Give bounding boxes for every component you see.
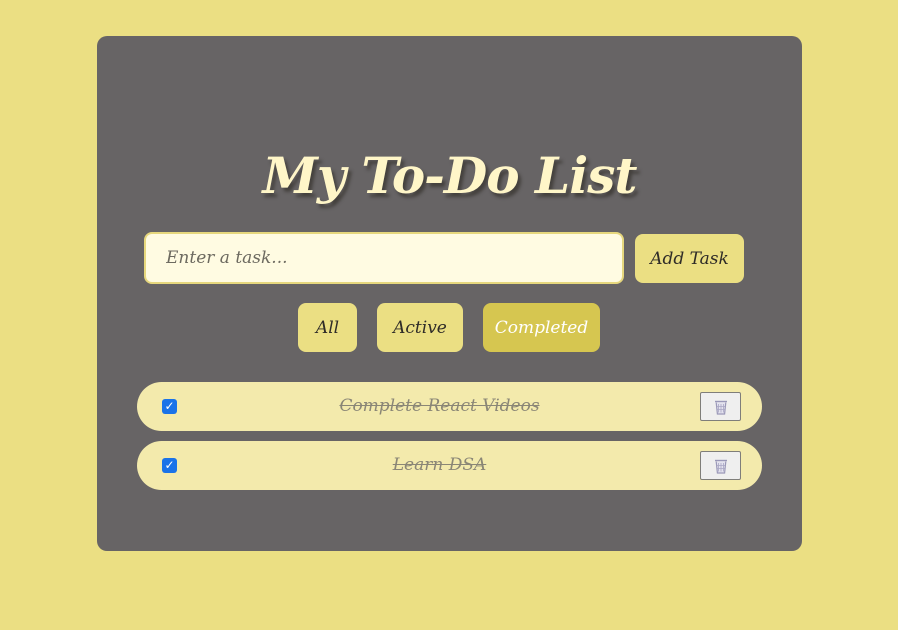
task-item: ✓ Complete React Videos	[137, 382, 762, 431]
task-input[interactable]	[144, 232, 624, 284]
page-title: My To-Do List	[262, 146, 638, 205]
delete-task-button[interactable]	[700, 451, 741, 480]
delete-task-button[interactable]	[700, 392, 741, 421]
task-text: Complete React Videos	[339, 396, 540, 416]
add-task-button[interactable]: Add Task	[635, 234, 744, 283]
filter-active-button[interactable]: Active	[377, 303, 463, 352]
trash-icon	[714, 400, 727, 415]
task-text: Learn DSA	[392, 455, 487, 475]
task-item: ✓ Learn DSA	[137, 441, 762, 490]
filter-all-button[interactable]: All	[298, 303, 357, 352]
filter-completed-button[interactable]: Completed	[483, 303, 600, 352]
task-checkbox[interactable]: ✓	[162, 399, 177, 414]
trash-icon	[714, 459, 727, 474]
task-checkbox[interactable]: ✓	[162, 458, 177, 473]
todo-card: My To-Do List Add Task All Active Comple…	[97, 36, 802, 551]
